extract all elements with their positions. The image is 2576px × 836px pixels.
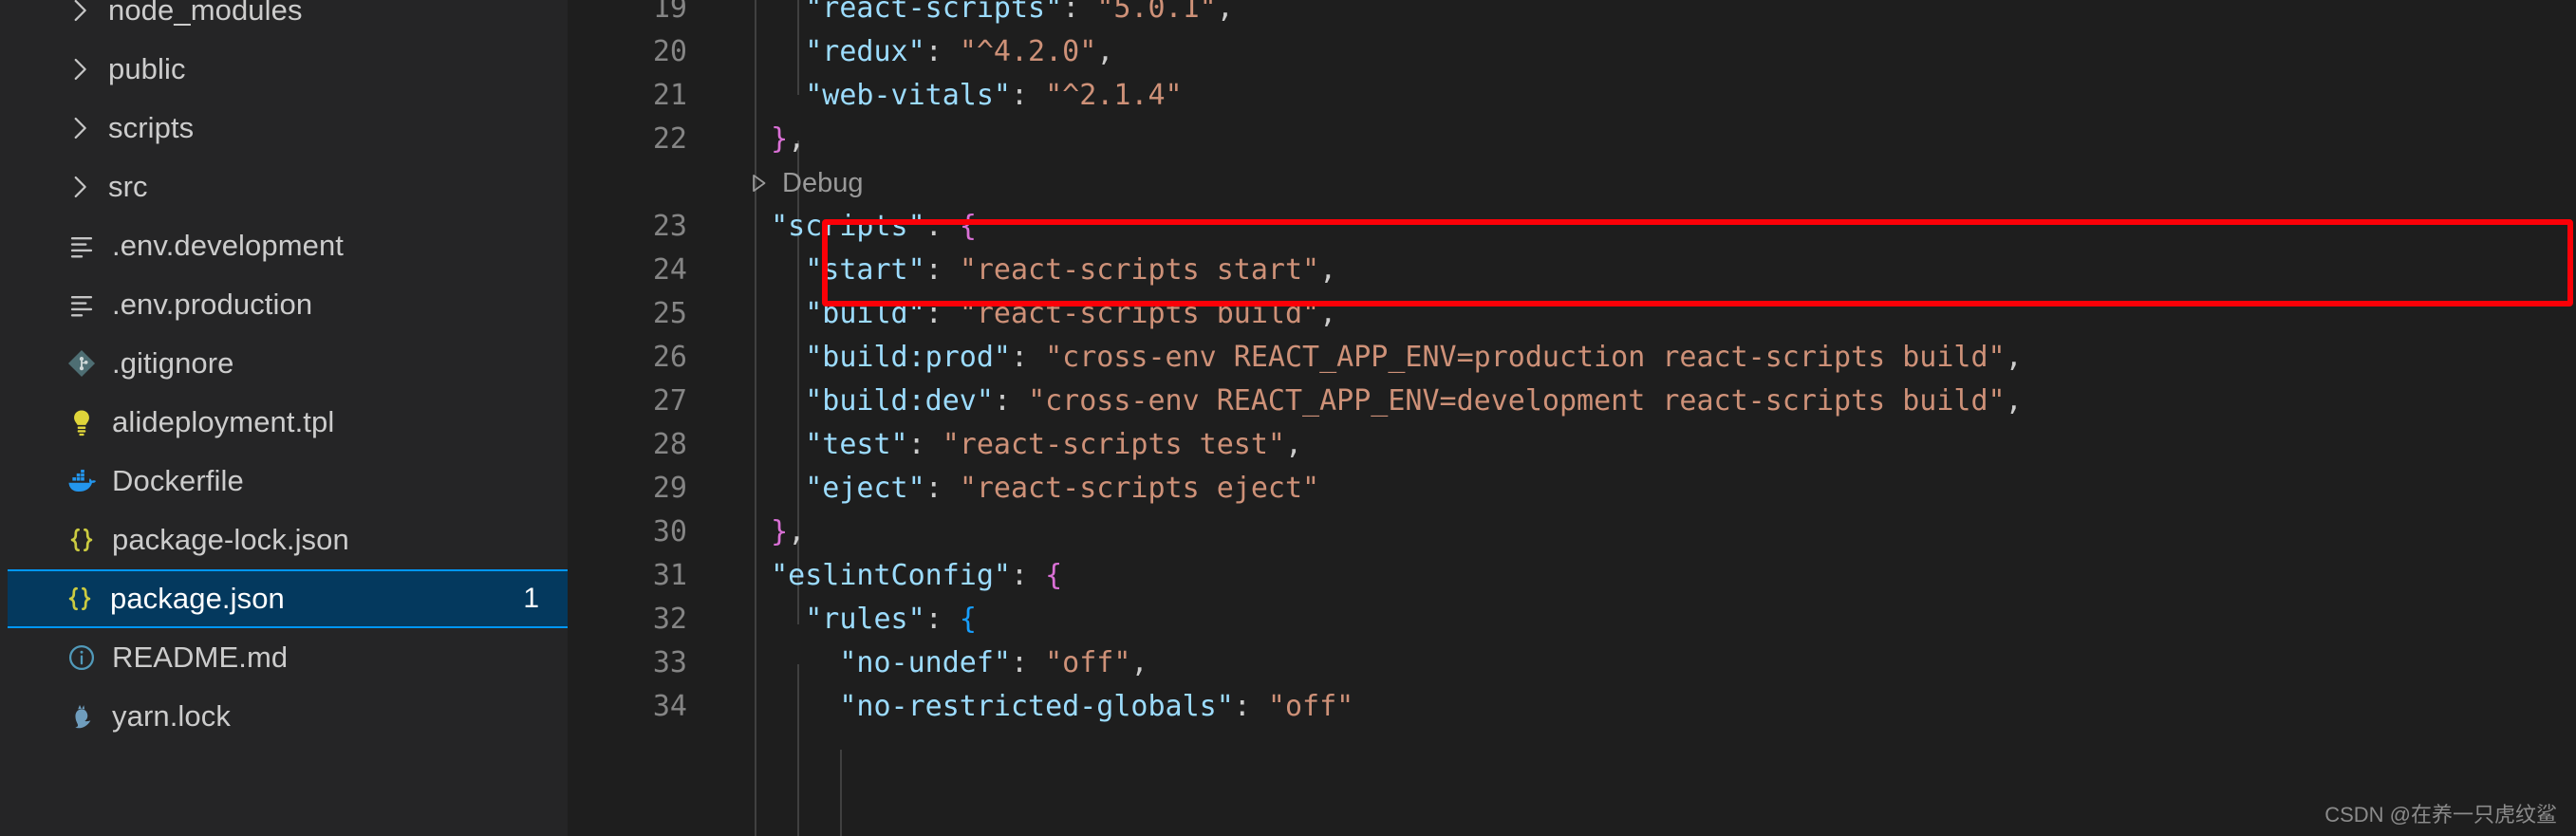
code-line[interactable]: 32 "rules": { <box>568 598 2576 641</box>
file-name-label: src <box>108 170 148 203</box>
file-tree-item-node-modules[interactable]: node_modules <box>8 0 568 40</box>
line-number: 25 <box>652 297 687 330</box>
line-number: 21 <box>652 79 687 112</box>
line-text: "no-restricted-globals": "off" <box>839 690 1354 723</box>
line-number: 33 <box>652 646 687 679</box>
file-name-label: .gitignore <box>112 346 234 380</box>
line-text: "web-vitals": "^2.1.4" <box>805 79 1183 112</box>
code-line[interactable]: 24 "start": "react-scripts start", <box>568 249 2576 292</box>
line-number: 26 <box>652 341 687 374</box>
code-line[interactable]: 25 "build": "react-scripts build", <box>568 292 2576 336</box>
vscode-window: node_modulespublic scripts src .env.develop… <box>0 0 2576 836</box>
file-tree[interactable]: node_modulespublic scripts src .env.develop… <box>8 0 568 746</box>
line-number: 24 <box>652 253 687 287</box>
chevron-right-icon[interactable] <box>61 0 99 27</box>
file-name-label: scripts <box>108 111 195 144</box>
code-lines[interactable]: 19 "react-scripts": "5.0.1", 20 "redux": … <box>568 0 2576 836</box>
line-text: "redux": "^4.2.0", <box>805 35 1114 68</box>
line-text: "build": "react-scripts build", <box>805 297 1337 330</box>
file-tree-item-package-json[interactable]: package.json 1 <box>8 569 568 628</box>
file-tree-item--gitignore[interactable]: .gitignore <box>8 334 568 393</box>
codelens-row: Debug <box>568 161 2576 205</box>
chevron-right-icon[interactable] <box>61 53 99 85</box>
csdn-watermark: CSDN @在养一只虎纹鲨 <box>2324 803 2557 827</box>
line-text: "test": "react-scripts test", <box>805 428 1303 461</box>
file-name-label: package-lock.json <box>112 523 349 556</box>
file-name-label: yarn.lock <box>112 699 231 733</box>
code-line[interactable]: 30 }, <box>568 511 2576 554</box>
settings-lines-icon <box>61 288 103 321</box>
file-name-label: README.md <box>112 641 289 674</box>
file-name-label: public <box>108 52 186 85</box>
line-text: "scripts": { <box>771 210 977 243</box>
code-line[interactable]: 33 "no-undef": "off", <box>568 641 2576 685</box>
line-number: 29 <box>652 472 687 505</box>
code-line[interactable]: 26 "build:prod": "cross-env REACT_APP_EN… <box>568 336 2576 380</box>
line-text: "start": "react-scripts start", <box>805 253 1337 287</box>
file-name-label: .env.production <box>112 288 313 321</box>
info-circle-icon <box>61 641 103 674</box>
file-tree-item-readme-md[interactable]: README.md <box>8 628 568 687</box>
file-tree-item-yarn-lock[interactable]: yarn.lock <box>8 687 568 746</box>
json-braces-icon <box>61 524 103 556</box>
line-number: 32 <box>652 603 687 636</box>
file-tree-item-package-lock-json[interactable]: package-lock.json <box>8 511 568 569</box>
line-number: 22 <box>652 122 687 156</box>
code-line[interactable]: 21 "web-vitals": "^2.1.4" <box>568 74 2576 118</box>
problem-count-badge: 1 <box>523 583 539 614</box>
line-text: "eject": "react-scripts eject" <box>805 472 1320 505</box>
line-text: }, <box>771 515 806 548</box>
file-tree-item-dockerfile[interactable]: Dockerfile <box>8 452 568 511</box>
code-line[interactable]: 29 "eject": "react-scripts eject" <box>568 467 2576 511</box>
line-number: 31 <box>652 559 687 592</box>
line-text: "build:dev": "cross-env REACT_APP_ENV=de… <box>805 384 2023 418</box>
code-line[interactable]: 23 "scripts": { <box>568 205 2576 249</box>
code-editor[interactable]: 19 "react-scripts": "5.0.1", 20 "redux": … <box>568 0 2576 836</box>
line-number: 20 <box>652 35 687 68</box>
lightbulb-icon <box>61 406 103 438</box>
file-tree-item-alideployment-tpl[interactable]: alideployment.tpl <box>8 393 568 452</box>
file-name-label: package.json <box>110 582 285 615</box>
file-tree-item-src[interactable]: src <box>8 158 568 216</box>
chevron-right-icon[interactable] <box>61 171 99 203</box>
line-text: "no-undef": "off", <box>839 646 1148 679</box>
code-line[interactable]: 31 "eslintConfig": { <box>568 554 2576 598</box>
line-text: }, <box>771 122 806 156</box>
code-line[interactable]: 34 "no-restricted-globals": "off" <box>568 685 2576 729</box>
git-icon <box>61 347 103 380</box>
settings-lines-icon <box>61 230 103 262</box>
line-text: "rules": { <box>805 603 977 636</box>
line-number: 28 <box>652 428 687 461</box>
file-tree-item-scripts[interactable]: scripts <box>8 99 568 158</box>
line-text: "react-scripts": "5.0.1", <box>805 0 1234 25</box>
file-tree-item--env-development[interactable]: .env.development <box>8 216 568 275</box>
line-number: 27 <box>652 384 687 418</box>
yarn-cat-icon <box>61 700 103 733</box>
code-line[interactable]: 27 "build:dev": "cross-env REACT_APP_ENV… <box>568 380 2576 423</box>
chevron-right-icon[interactable] <box>61 112 99 144</box>
file-name-label: .env.development <box>112 229 345 262</box>
code-line[interactable]: 22 }, <box>568 118 2576 161</box>
line-number: 34 <box>652 690 687 723</box>
code-line[interactable]: 19 "react-scripts": "5.0.1", <box>568 0 2576 30</box>
line-text: "eslintConfig": { <box>771 559 1063 592</box>
code-line[interactable]: 20 "redux": "^4.2.0", <box>568 30 2576 74</box>
file-name-label: Dockerfile <box>112 464 244 497</box>
codelens-debug-label: Debug <box>782 168 864 198</box>
file-tree-item--env-production[interactable]: .env.production <box>8 275 568 334</box>
code-line[interactable]: 28 "test": "react-scripts test", <box>568 423 2576 467</box>
explorer-sidebar[interactable]: node_modulespublic scripts src .env.develop… <box>8 0 568 836</box>
file-name-label: node_modules <box>108 0 303 27</box>
line-text: "build:prod": "cross-env REACT_APP_ENV=p… <box>805 341 2023 374</box>
json-braces-icon <box>59 583 101 615</box>
line-number: 19 <box>652 0 687 25</box>
line-number: 23 <box>652 210 687 243</box>
codelens-debug-action[interactable]: Debug <box>746 161 863 205</box>
line-number: 30 <box>652 515 687 548</box>
docker-whale-icon <box>61 465 103 497</box>
file-name-label: alideployment.tpl <box>112 405 335 438</box>
activity-bar[interactable] <box>0 0 8 836</box>
file-tree-item-public[interactable]: public <box>8 40 568 99</box>
play-triangle-icon <box>746 171 782 195</box>
